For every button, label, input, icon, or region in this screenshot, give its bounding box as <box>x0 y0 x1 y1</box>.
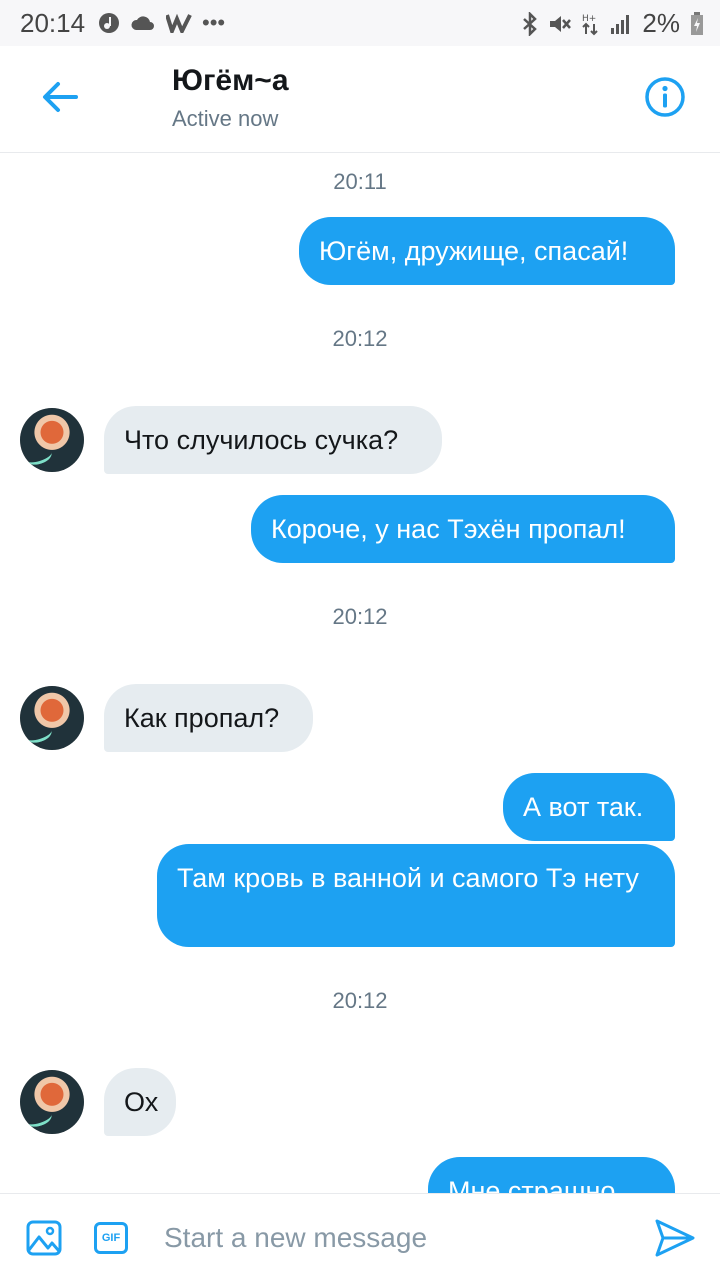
info-icon <box>645 77 685 117</box>
outgoing-message[interactable]: Югём, дружище, спасай! <box>299 217 675 285</box>
gif-button[interactable]: GIF <box>94 1222 128 1254</box>
more-dots-icon: ••• <box>202 10 226 35</box>
cloud-icon <box>131 16 154 30</box>
presence-status: Active now <box>172 106 279 131</box>
outgoing-message[interactable]: Там кровь в ванной и самого Тэ нету <box>157 844 675 947</box>
status-bar: 20:14 ••• H+ 2% <box>0 0 720 46</box>
incoming-message[interactable]: Что случилось сучка? <box>104 406 442 474</box>
send-icon <box>655 1219 695 1257</box>
outgoing-message[interactable]: Мне страшно <box>428 1157 675 1193</box>
message-composer: GIF <box>0 1193 720 1281</box>
timestamp: 20:12 <box>332 326 388 351</box>
status-left-icons: ••• <box>98 10 225 36</box>
outgoing-message[interactable]: А вот так. <box>503 773 675 841</box>
incoming-message[interactable]: Как пропал? <box>104 684 313 752</box>
timestamp: 20:12 <box>332 604 388 629</box>
send-button[interactable] <box>654 1218 696 1258</box>
battery-icon <box>691 11 703 35</box>
message-list[interactable]: 20:11 Югём, дружище, спасай! 20:12 Что с… <box>0 153 720 1193</box>
avatar[interactable] <box>20 1070 84 1134</box>
conversation-header: Югём~а Active now <box>0 46 720 153</box>
media-button[interactable] <box>26 1220 62 1256</box>
battery-percent: 2% <box>642 8 680 38</box>
info-button[interactable] <box>644 76 686 118</box>
status-right-icons: H+ 2% <box>522 8 704 39</box>
timestamp: 20:11 <box>333 169 387 194</box>
status-time: 20:14 <box>20 8 86 38</box>
image-icon <box>26 1220 62 1256</box>
data-icon: H+ <box>582 14 599 35</box>
svg-text:H+: H+ <box>582 14 596 24</box>
w-app-icon <box>166 13 192 33</box>
back-button[interactable] <box>38 74 84 120</box>
outgoing-message[interactable]: Короче, у нас Тэхён пропал! <box>251 495 675 563</box>
incoming-message[interactable]: Ох <box>104 1068 176 1136</box>
arrow-left-icon <box>43 82 78 112</box>
signal-icon <box>611 14 630 34</box>
timestamp: 20:12 <box>332 988 388 1013</box>
bluetooth-icon <box>523 11 538 36</box>
music-icon <box>99 13 119 33</box>
conversation-title[interactable]: Югём~а <box>172 64 289 98</box>
message-input[interactable] <box>162 1212 626 1264</box>
avatar[interactable] <box>20 408 84 472</box>
mute-icon <box>550 15 572 32</box>
avatar[interactable] <box>20 686 84 750</box>
